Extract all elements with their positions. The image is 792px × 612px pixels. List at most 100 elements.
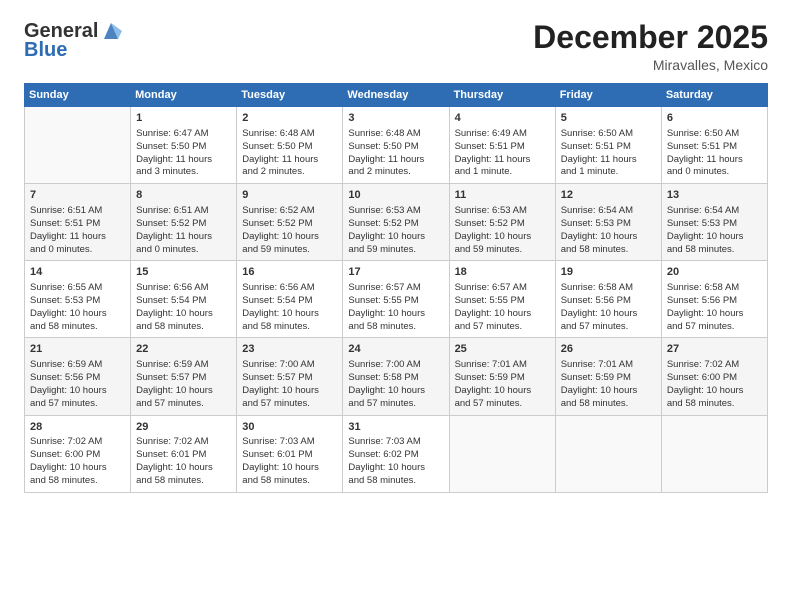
- day-info-line: Sunset: 5:55 PM: [348, 295, 443, 308]
- day-number: 30: [242, 420, 337, 435]
- weekday-header: Wednesday: [343, 84, 449, 107]
- day-number: 26: [561, 342, 656, 357]
- day-info-line: and 57 minutes.: [30, 398, 125, 411]
- calendar-cell: 2Sunrise: 6:48 AMSunset: 5:50 PMDaylight…: [237, 107, 343, 184]
- calendar-cell: 28Sunrise: 7:02 AMSunset: 6:00 PMDayligh…: [25, 415, 131, 492]
- day-info-line: Sunset: 5:51 PM: [667, 141, 762, 154]
- logo: General Blue: [24, 20, 122, 62]
- day-info-line: Daylight: 11 hours: [455, 154, 550, 167]
- day-info-line: and 58 minutes.: [561, 398, 656, 411]
- day-info-line: Sunset: 5:57 PM: [136, 372, 231, 385]
- day-number: 20: [667, 265, 762, 280]
- day-info-line: Sunrise: 6:58 AM: [561, 282, 656, 295]
- day-info-line: Daylight: 10 hours: [242, 308, 337, 321]
- calendar-table: SundayMondayTuesdayWednesdayThursdayFrid…: [24, 83, 768, 492]
- day-info-line: Sunset: 5:59 PM: [455, 372, 550, 385]
- day-number: 3: [348, 111, 443, 126]
- day-info-line: and 59 minutes.: [242, 244, 337, 257]
- calendar-cell: [661, 415, 767, 492]
- calendar-cell: 7Sunrise: 6:51 AMSunset: 5:51 PMDaylight…: [25, 184, 131, 261]
- day-info-line: Daylight: 11 hours: [561, 154, 656, 167]
- calendar-cell: 24Sunrise: 7:00 AMSunset: 5:58 PMDayligh…: [343, 338, 449, 415]
- calendar-cell: [25, 107, 131, 184]
- day-info-line: Daylight: 11 hours: [348, 154, 443, 167]
- day-number: 9: [242, 188, 337, 203]
- calendar-cell: 6Sunrise: 6:50 AMSunset: 5:51 PMDaylight…: [661, 107, 767, 184]
- day-info-line: Sunrise: 6:54 AM: [667, 205, 762, 218]
- day-info-line: Sunset: 6:02 PM: [348, 449, 443, 462]
- day-info-line: Daylight: 10 hours: [30, 308, 125, 321]
- day-info-line: Sunrise: 7:01 AM: [455, 359, 550, 372]
- day-info-line: Sunset: 5:52 PM: [348, 218, 443, 231]
- day-info-line: Sunrise: 6:48 AM: [348, 128, 443, 141]
- day-number: 11: [455, 188, 550, 203]
- calendar-header: SundayMondayTuesdayWednesdayThursdayFrid…: [25, 84, 768, 107]
- day-number: 25: [455, 342, 550, 357]
- day-info-line: Sunset: 5:54 PM: [242, 295, 337, 308]
- day-info-line: and 57 minutes.: [455, 321, 550, 334]
- day-info-line: Daylight: 11 hours: [242, 154, 337, 167]
- calendar-cell: 27Sunrise: 7:02 AMSunset: 6:00 PMDayligh…: [661, 338, 767, 415]
- day-info-line: Sunset: 5:52 PM: [136, 218, 231, 231]
- day-number: 2: [242, 111, 337, 126]
- day-info-line: Sunset: 6:00 PM: [30, 449, 125, 462]
- calendar-cell: 3Sunrise: 6:48 AMSunset: 5:50 PMDaylight…: [343, 107, 449, 184]
- day-info-line: and 58 minutes.: [30, 475, 125, 488]
- day-info-line: Daylight: 10 hours: [667, 385, 762, 398]
- day-info-line: Sunrise: 7:03 AM: [242, 436, 337, 449]
- day-info-line: and 58 minutes.: [136, 321, 231, 334]
- day-info-line: Daylight: 10 hours: [242, 231, 337, 244]
- logo-icon: [100, 21, 122, 41]
- day-info-line: and 57 minutes.: [455, 398, 550, 411]
- day-info-line: Daylight: 10 hours: [348, 308, 443, 321]
- calendar-cell: 25Sunrise: 7:01 AMSunset: 5:59 PMDayligh…: [449, 338, 555, 415]
- day-number: 27: [667, 342, 762, 357]
- day-info-line: Sunrise: 6:56 AM: [136, 282, 231, 295]
- day-info-line: Sunset: 5:52 PM: [455, 218, 550, 231]
- calendar-cell: 5Sunrise: 6:50 AMSunset: 5:51 PMDaylight…: [555, 107, 661, 184]
- day-info-line: and 57 minutes.: [561, 321, 656, 334]
- day-info-line: Sunrise: 6:53 AM: [455, 205, 550, 218]
- calendar-cell: 12Sunrise: 6:54 AMSunset: 5:53 PMDayligh…: [555, 184, 661, 261]
- day-info-line: Daylight: 10 hours: [348, 231, 443, 244]
- day-info-line: and 58 minutes.: [667, 398, 762, 411]
- day-info-line: and 58 minutes.: [242, 475, 337, 488]
- day-number: 18: [455, 265, 550, 280]
- title-block: December 2025 Miravalles, Mexico: [533, 20, 768, 73]
- day-info-line: Daylight: 11 hours: [667, 154, 762, 167]
- day-info-line: Sunset: 6:01 PM: [242, 449, 337, 462]
- day-info-line: and 58 minutes.: [348, 475, 443, 488]
- calendar-cell: 1Sunrise: 6:47 AMSunset: 5:50 PMDaylight…: [131, 107, 237, 184]
- day-info-line: Daylight: 10 hours: [242, 462, 337, 475]
- day-info-line: Daylight: 11 hours: [30, 231, 125, 244]
- day-info-line: Sunset: 5:56 PM: [667, 295, 762, 308]
- day-info-line: and 1 minute.: [561, 166, 656, 179]
- day-info-line: Sunrise: 6:51 AM: [136, 205, 231, 218]
- day-info-line: Sunset: 5:53 PM: [561, 218, 656, 231]
- day-info-line: and 58 minutes.: [242, 321, 337, 334]
- day-info-line: Sunset: 5:57 PM: [242, 372, 337, 385]
- calendar-cell: [449, 415, 555, 492]
- day-info-line: Sunrise: 6:57 AM: [455, 282, 550, 295]
- day-number: 29: [136, 420, 231, 435]
- day-info-line: Daylight: 10 hours: [455, 231, 550, 244]
- month-title: December 2025: [533, 20, 768, 55]
- day-info-line: Sunrise: 6:56 AM: [242, 282, 337, 295]
- day-info-line: Daylight: 10 hours: [242, 385, 337, 398]
- day-info-line: Daylight: 11 hours: [136, 231, 231, 244]
- day-info-line: and 2 minutes.: [348, 166, 443, 179]
- day-info-line: Sunrise: 6:51 AM: [30, 205, 125, 218]
- day-info-line: Daylight: 10 hours: [561, 385, 656, 398]
- day-info-line: Daylight: 11 hours: [136, 154, 231, 167]
- day-info-line: Sunset: 5:56 PM: [561, 295, 656, 308]
- day-info-line: Sunrise: 6:58 AM: [667, 282, 762, 295]
- day-number: 5: [561, 111, 656, 126]
- day-info-line: Daylight: 10 hours: [136, 308, 231, 321]
- day-info-line: and 57 minutes.: [667, 321, 762, 334]
- day-number: 28: [30, 420, 125, 435]
- weekday-header: Saturday: [661, 84, 767, 107]
- day-info-line: Sunset: 5:59 PM: [561, 372, 656, 385]
- calendar-cell: [555, 415, 661, 492]
- calendar-cell: 18Sunrise: 6:57 AMSunset: 5:55 PMDayligh…: [449, 261, 555, 338]
- day-number: 23: [242, 342, 337, 357]
